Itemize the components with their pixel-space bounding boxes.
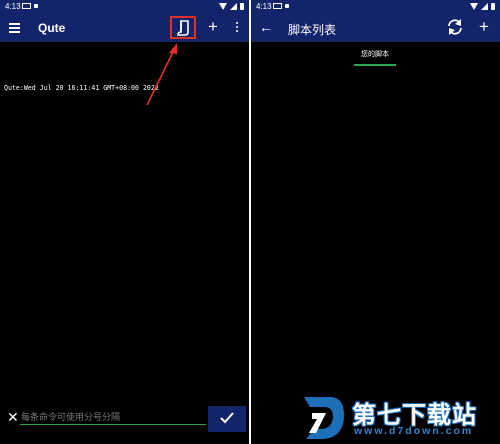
page-title: 脚本列表: [288, 23, 337, 37]
battery-icon: [491, 3, 495, 10]
script-list-button[interactable]: [170, 16, 196, 39]
notification-icons: [273, 3, 289, 9]
d7down-logo-icon: [304, 397, 344, 439]
app-title: Qute: [38, 21, 66, 35]
menu-icon[interactable]: [9, 23, 20, 33]
right-screen: 4:13 ← 脚本列表 +: [251, 0, 500, 444]
status-bar: 4:13: [0, 0, 249, 14]
status-time: 4:13: [256, 2, 272, 11]
refresh-icon[interactable]: [447, 18, 463, 41]
wifi-icon: [219, 3, 227, 10]
tab-indicator: [354, 64, 396, 66]
tab-my-scripts[interactable]: 您的脚本: [355, 49, 395, 59]
overflow-icon[interactable]: [236, 22, 239, 34]
signal-icon: [230, 3, 237, 10]
status-time: 4:13: [5, 2, 21, 11]
close-icon[interactable]: ✕: [7, 410, 19, 424]
app-bar: Qute +: [0, 14, 249, 42]
plus-icon[interactable]: +: [208, 18, 218, 35]
plus-icon[interactable]: +: [479, 18, 489, 35]
screen-icon: [22, 3, 31, 9]
watermark-url: www.d7down.com: [354, 425, 474, 437]
terminal-output: Qute:Wed Jul 20 16:11:41 GMT+08:00 2022: [4, 84, 159, 92]
run-command-button[interactable]: [208, 406, 246, 432]
screen-icon: [273, 3, 282, 9]
system-icons: [470, 3, 495, 10]
status-bar: 4:13: [251, 0, 500, 14]
watermark: 第七下载站 www.d7down.com: [300, 393, 498, 443]
script-icon: [177, 20, 189, 36]
left-screen: 4:13 Qute + Qute:Wed Jul 20 16:11:41 GMT…: [0, 0, 249, 444]
system-icons: [219, 3, 244, 10]
wifi-icon: [470, 3, 478, 10]
command-input[interactable]: [20, 410, 206, 425]
battery-icon: [240, 3, 244, 10]
back-icon[interactable]: ←: [259, 19, 273, 35]
notification-dot-icon: [285, 4, 289, 8]
notification-dot-icon: [34, 4, 38, 8]
notification-icons: [22, 3, 38, 9]
app-bar: ← 脚本列表 +: [251, 14, 500, 42]
signal-icon: [481, 3, 488, 10]
check-icon: [220, 412, 234, 424]
